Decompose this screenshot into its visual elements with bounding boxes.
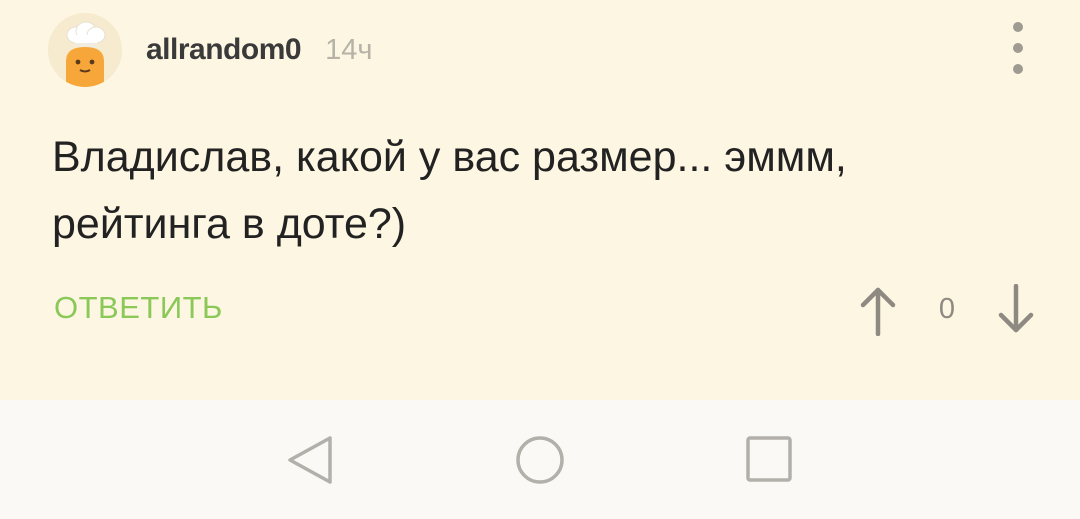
comment-text: Владислав, какой у вас размер... эммм, р… <box>52 133 847 248</box>
username[interactable]: allrandom0 <box>146 33 302 67</box>
home-circle-icon[interactable] <box>510 430 570 490</box>
timestamp: 14ч <box>325 33 373 66</box>
kebab-dot <box>1013 43 1023 53</box>
recent-apps-square-icon[interactable] <box>740 430 800 490</box>
comment-header: allrandom0 14ч <box>48 13 373 87</box>
avatar[interactable] <box>48 13 122 87</box>
system-navigation-bar <box>0 400 1080 519</box>
kebab-dot <box>1013 22 1023 32</box>
arrow-down-icon[interactable] <box>996 284 1036 334</box>
chef-avatar-icon <box>48 13 122 87</box>
back-triangle-icon[interactable] <box>280 430 340 490</box>
reply-button[interactable]: ОТВЕТИТЬ <box>54 290 223 326</box>
kebab-dot <box>1013 64 1023 74</box>
comment-card: allrandom0 14ч Владислав, какой у вас ра… <box>0 0 1080 400</box>
vote-score: 0 <box>938 293 956 325</box>
arrow-up-icon[interactable] <box>858 286 898 336</box>
kebab-menu-icon[interactable] <box>1004 22 1032 74</box>
